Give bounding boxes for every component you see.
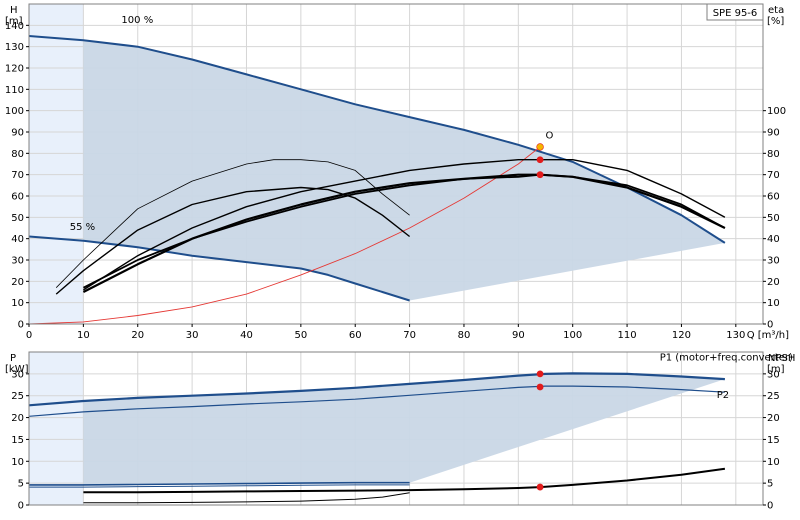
tick-label-x: 0 [26,330,32,341]
tick-label-left: 130 [5,42,24,53]
duty-point-2 [536,483,544,491]
legend-label-0: P1 (motor+freq.converter) [660,353,793,364]
tick-label-left: 50 [11,213,24,224]
tick-label-x: 40 [240,330,253,341]
tick-label-right: 30 [767,256,780,267]
tick-label-right: 10 [767,457,780,468]
tick-label-right: 0 [767,320,773,331]
tick-label-x: 20 [131,330,144,341]
tick-label-left: 110 [5,85,24,96]
duty-point-0 [536,370,544,378]
tick-label-x: 100 [563,330,582,341]
y-right-name: eta [768,5,784,16]
tick-label-x: 70 [403,330,416,341]
tick-label-right: 60 [767,192,780,203]
tick-label-right: 25 [767,391,780,402]
tick-label-x: 130 [726,330,745,341]
y-right-unit: [%] [767,16,784,27]
tick-label-left: 80 [11,149,24,160]
tick-label-left: 120 [5,64,24,75]
annotation-2: O [546,130,554,141]
tick-label-right: 15 [767,435,780,446]
tick-label-right: 70 [767,170,780,181]
y-right-unit: [m] [767,364,785,375]
tick-label-left: 40 [11,234,24,245]
tick-label-right: 5 [767,479,773,490]
tick-label-x: 80 [458,330,471,341]
tick-label-left: 20 [11,413,24,424]
tick-label-right: 80 [767,149,780,160]
y-left-name: H [10,5,18,16]
tick-label-left: 60 [11,192,24,203]
duty-point-0 [536,143,544,151]
tick-label-x: 110 [618,330,637,341]
y-left-name: P [10,353,16,364]
tick-label-left: 90 [11,128,24,139]
tick-label-left: 5 [18,479,24,490]
tick-label-left: 20 [11,277,24,288]
tick-label-right: 40 [767,234,780,245]
tick-label-right: 50 [767,213,780,224]
tick-label-x: 120 [672,330,691,341]
tick-label-left: 15 [11,435,24,446]
chart-title: SPE 95-6 [713,8,758,19]
tick-label-right: 10 [767,298,780,309]
tick-label-right: 20 [767,413,780,424]
chart-panel-0: 0102030405060708090100110120130140010203… [5,3,789,341]
tick-label-left: 30 [11,256,24,267]
tick-label-left: 10 [11,298,24,309]
tick-label-left: 10 [11,457,24,468]
chart-panel-1: 051015202530051015202530P[kW]NPSH[m]P1 (… [5,351,795,512]
min-flow-region [29,4,84,324]
tick-label-right: 100 [767,106,786,117]
y-left-unit: [kW] [5,364,29,375]
tick-label-right: 0 [767,501,773,512]
tick-label-right: 90 [767,128,780,139]
duty-point-2 [536,171,544,179]
legend-label-1: P2 [717,390,729,401]
duty-point-1 [536,383,544,391]
tick-label-x: 30 [186,330,199,341]
tick-label-left: 70 [11,170,24,181]
tick-label-right: 20 [767,277,780,288]
tick-label-left: 0 [18,320,24,331]
duty-point-1 [536,156,544,164]
tick-label-x: 10 [77,330,90,341]
min-flow-region [29,352,84,505]
annotation-1: 55 % [70,222,95,233]
tick-label-left: 0 [18,501,24,512]
tick-label-x: 60 [349,330,362,341]
tick-label-left: 100 [5,106,24,117]
tick-label-left: 25 [11,391,24,402]
tick-label-x: 50 [294,330,307,341]
pump-performance-chart: 0102030405060708090100110120130140010203… [5,3,795,512]
y-left-unit: [m] [5,16,23,27]
x-axis-label: Q [m³/h] [747,330,789,341]
tick-label-x: 90 [512,330,525,341]
annotation-0: 100 % [121,15,153,26]
